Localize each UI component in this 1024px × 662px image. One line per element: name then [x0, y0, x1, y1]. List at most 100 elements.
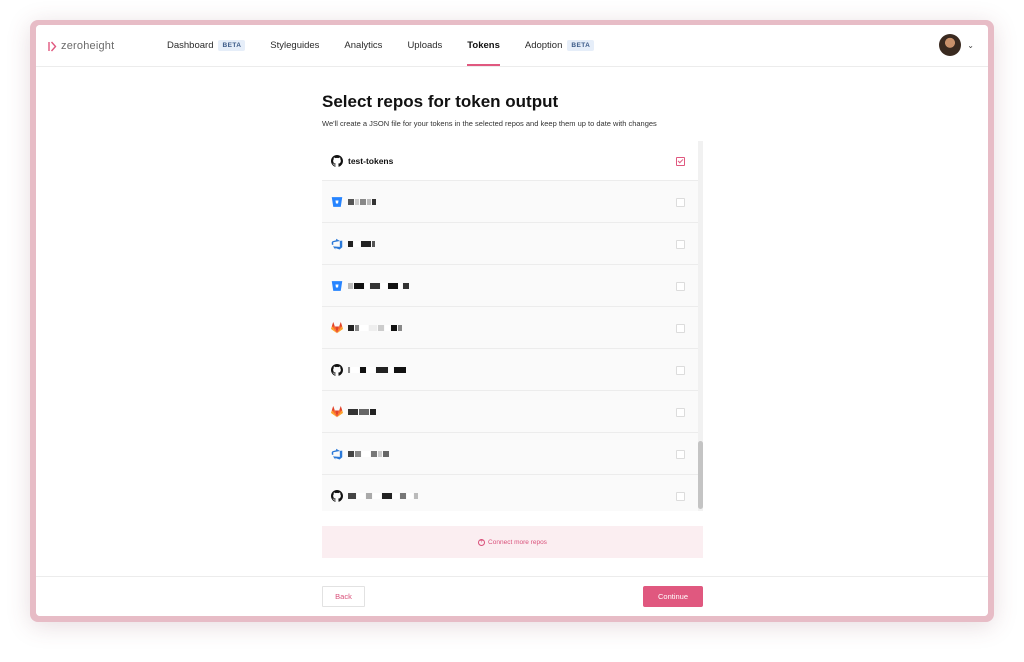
repo-checkbox[interactable]	[676, 491, 685, 501]
zeroheight-logo-icon	[48, 41, 57, 52]
redaction-block	[360, 324, 368, 331]
redaction-block	[372, 198, 376, 205]
page-title: Select repos for token output	[322, 92, 559, 111]
repo-list-scrollbar[interactable]	[698, 141, 703, 511]
redaction-block	[355, 198, 359, 205]
redaction-block	[354, 282, 364, 289]
footer-bar: Back Continue	[36, 576, 988, 616]
repo-checkbox[interactable]	[676, 197, 685, 207]
repo-name: test-tokens	[348, 155, 394, 166]
continue-button[interactable]: Continue	[643, 586, 703, 607]
repo-row[interactable]	[322, 433, 703, 475]
scrollbar-thumb[interactable]	[698, 441, 703, 509]
redaction-block	[378, 450, 382, 457]
redaction-block	[399, 282, 402, 289]
beta-badge: BETA	[567, 40, 595, 51]
redaction-block	[369, 324, 377, 331]
redaction-block	[351, 366, 359, 373]
nav-dashboard[interactable]: Dashboard BETA	[167, 25, 246, 66]
redaction-block	[378, 324, 384, 331]
redaction-block	[365, 282, 369, 289]
redaction-block	[348, 240, 353, 247]
redaction-block	[348, 366, 350, 373]
redaction-block	[394, 366, 406, 373]
top-navigation-bar: zeroheight Dashboard BETA Styleguides An…	[36, 25, 988, 67]
redacted-repo-name	[348, 198, 376, 206]
repo-row[interactable]	[322, 265, 703, 307]
repo-checkbox[interactable]	[676, 365, 685, 375]
redaction-block	[414, 492, 418, 499]
redaction-block	[354, 240, 360, 247]
redaction-block	[372, 240, 375, 247]
redacted-repo-name	[348, 324, 402, 332]
connect-more-repos-label: Connect more repos	[488, 538, 547, 546]
nav-adoption[interactable]: Adoption BETA	[525, 25, 595, 66]
redaction-block	[359, 408, 369, 415]
nav-analytics[interactable]: Analytics	[344, 25, 382, 66]
connect-more-repos-button[interactable]: + Connect more repos	[322, 526, 703, 558]
redaction-block	[391, 324, 397, 331]
repo-checkbox[interactable]	[676, 407, 685, 417]
redaction-block	[360, 198, 366, 205]
nav-tokens[interactable]: Tokens	[467, 25, 500, 66]
redaction-block	[381, 282, 387, 289]
avatar[interactable]	[939, 34, 962, 56]
repo-checkbox[interactable]	[676, 156, 685, 166]
repo-checkbox[interactable]	[676, 449, 685, 459]
repo-row[interactable]	[322, 181, 703, 223]
repo-checkbox[interactable]	[676, 323, 685, 333]
repo-row[interactable]: test-tokens	[322, 141, 703, 181]
nav-dashboard-label: Dashboard	[167, 40, 214, 51]
github-icon	[331, 363, 343, 376]
redacted-repo-name	[348, 240, 375, 248]
back-button[interactable]: Back	[322, 586, 365, 607]
gitlab-icon	[331, 405, 343, 418]
app-window: zeroheight Dashboard BETA Styleguides An…	[36, 25, 988, 616]
redaction-block	[366, 492, 372, 499]
repo-row[interactable]	[322, 307, 703, 349]
redaction-block	[348, 282, 353, 289]
azure-devops-icon	[331, 238, 343, 250]
redaction-block	[362, 450, 370, 457]
repo-checkbox[interactable]	[676, 239, 685, 249]
page-header: Select repos for token output We'll crea…	[322, 91, 703, 129]
redacted-repo-name	[348, 282, 409, 290]
plus-circle-icon: +	[478, 538, 486, 546]
redaction-block	[357, 492, 365, 499]
redaction-block	[382, 492, 392, 499]
redacted-repo-name	[348, 492, 418, 500]
redaction-block	[371, 450, 377, 457]
beta-badge: BETA	[218, 40, 246, 51]
redaction-block	[383, 450, 389, 457]
page-subtitle: We'll create a JSON file for your tokens…	[322, 119, 657, 128]
repo-list: test-tokens	[322, 141, 703, 511]
redaction-block	[393, 492, 399, 499]
nav-styleguides[interactable]: Styleguides	[270, 25, 319, 66]
redaction-block	[348, 408, 358, 415]
chevron-down-icon[interactable]: ⌄	[967, 41, 974, 50]
redaction-block	[355, 324, 359, 331]
redacted-repo-name	[348, 366, 406, 374]
nav-uploads[interactable]: Uploads	[407, 25, 442, 66]
repo-row[interactable]	[322, 475, 703, 511]
nav-styleguides-label: Styleguides	[270, 40, 320, 51]
nav-tokens-label: Tokens	[467, 40, 500, 51]
repo-checkbox[interactable]	[676, 281, 685, 291]
bitbucket-icon	[331, 196, 343, 208]
redaction-block	[373, 492, 381, 499]
redaction-block	[348, 450, 354, 457]
github-icon	[331, 489, 343, 502]
repo-row[interactable]	[322, 223, 703, 265]
redaction-block	[367, 366, 375, 373]
zeroheight-logo[interactable]: zeroheight	[48, 39, 114, 53]
repo-row[interactable]	[322, 349, 703, 391]
redaction-block	[348, 198, 354, 205]
redaction-block	[407, 492, 413, 499]
user-menu[interactable]: ⌄	[939, 34, 974, 56]
github-icon	[331, 154, 343, 167]
redaction-block	[389, 366, 393, 373]
redaction-block	[348, 324, 354, 331]
redaction-block	[360, 366, 366, 373]
main-nav: Dashboard BETA Styleguides Analytics Upl…	[167, 25, 619, 66]
repo-row[interactable]	[322, 391, 703, 433]
